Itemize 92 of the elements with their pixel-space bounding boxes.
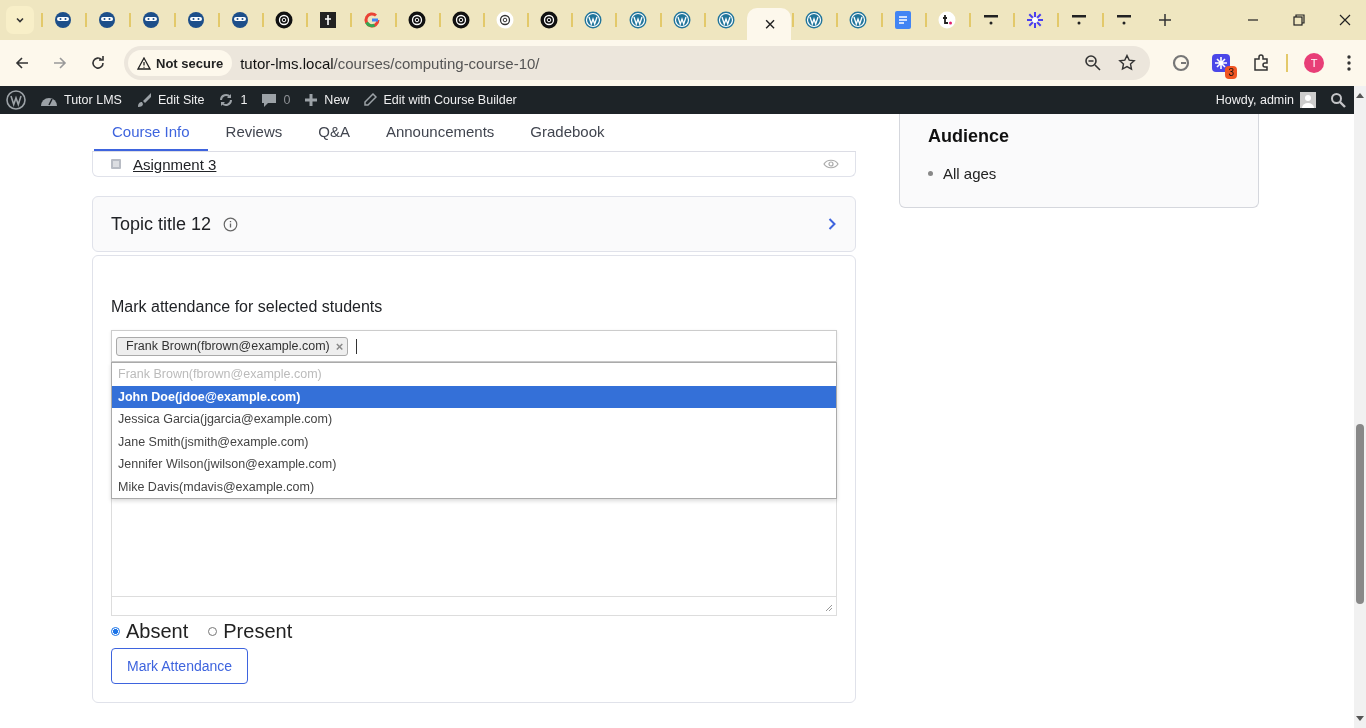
restore-icon[interactable] (1292, 13, 1306, 27)
ninja-icon (98, 11, 117, 29)
google-icon (363, 11, 382, 29)
chevron-down-icon (15, 15, 25, 25)
admin-bar-item[interactable]: Edit Site (135, 92, 205, 108)
topic-header[interactable]: Topic title 12 (92, 196, 856, 252)
letter-logo-icon (937, 11, 956, 29)
brush-icon (135, 92, 152, 108)
notification-badge: 3 (1225, 66, 1237, 79)
status-option[interactable]: Present (208, 620, 293, 643)
ninja-icon (54, 11, 73, 29)
status-option[interactable]: Absent (111, 620, 189, 643)
section-heading: Mark attendance for selected students (111, 298, 383, 316)
bar-dot-icon (1115, 13, 1132, 27)
new-tab-icon[interactable] (1157, 13, 1172, 27)
address-bar[interactable]: Not secure tutor-lms.local/courses/computing-course-10/ (124, 46, 1150, 80)
course-tab[interactable]: Gradebook (512, 114, 623, 151)
student-option[interactable]: John Doe(jdoe@example.com) (112, 385, 836, 408)
scroll-thumb[interactable] (1356, 424, 1364, 604)
puzzle-icon[interactable] (1252, 54, 1270, 72)
document-icon (894, 11, 911, 29)
audience-item: All ages (943, 165, 997, 182)
comment-icon (261, 92, 278, 108)
ninja-icon (186, 11, 205, 29)
security-chip[interactable]: Not secure (128, 50, 233, 76)
url-text: tutor-lms.local/courses/computing-course-10/ (240, 54, 540, 72)
pencil-icon (363, 93, 378, 107)
wordpress-icon[interactable] (6, 90, 26, 110)
bar-dot-icon (983, 13, 1000, 27)
card-heading: Audience (928, 126, 1011, 147)
wordpress-icon (716, 11, 735, 29)
course-tab[interactable]: Announcements (367, 114, 513, 151)
user-avatar-icon (1300, 92, 1316, 108)
close-icon[interactable] (1338, 13, 1352, 27)
account-menu[interactable]: Howdy, admin (1215, 92, 1316, 108)
course-tab[interactable]: Q&A (300, 114, 368, 151)
refresh-icon (218, 92, 235, 108)
star-icon[interactable] (1118, 54, 1136, 72)
security-label: Not secure (156, 55, 224, 71)
document-icon (111, 159, 121, 169)
swirl-icon (495, 11, 514, 29)
grammar-icon[interactable] (1172, 54, 1190, 72)
admin-bar-item[interactable]: New (304, 93, 350, 107)
swirl-icon (407, 11, 426, 29)
tile-icon (320, 12, 337, 28)
chevron-right-icon[interactable] (827, 217, 837, 231)
swirl-icon (275, 11, 294, 29)
extension-icon[interactable] (1212, 54, 1230, 72)
info-icon[interactable] (223, 216, 239, 232)
radio-label: Present (223, 620, 293, 643)
back-icon[interactable] (14, 55, 30, 71)
search-icon[interactable] (1330, 92, 1346, 108)
radio-button[interactable] (111, 627, 120, 636)
scroll-down-icon[interactable] (1356, 716, 1364, 722)
radio-label: Absent (126, 620, 189, 643)
text-cursor (356, 338, 358, 354)
ninja-icon (142, 11, 161, 29)
student-option[interactable]: Jessica Garcia(jgarcia@example.com) (112, 408, 836, 431)
admin-bar-item[interactable]: 0 (261, 92, 291, 108)
wordpress-icon (584, 11, 603, 29)
scrollbar[interactable] (1354, 86, 1366, 728)
bullet-icon (928, 171, 933, 176)
student-option[interactable]: Mike Davis(mdavis@example.com) (112, 475, 836, 498)
burst-icon (1026, 11, 1045, 29)
course-tab[interactable]: Reviews (207, 114, 301, 151)
bar-dot-icon (1071, 13, 1088, 27)
wordpress-icon (805, 11, 824, 29)
lesson-link[interactable]: Asignment 3 (133, 155, 217, 173)
wordpress-icon (628, 11, 647, 29)
wordpress-icon (672, 11, 691, 29)
wordpress-icon (849, 11, 868, 29)
admin-bar-item[interactable]: Tutor LMS (40, 93, 122, 107)
ninja-icon (230, 11, 249, 29)
admin-bar-item[interactable]: 1 (218, 92, 248, 108)
forward-icon[interactable] (52, 55, 68, 71)
swirl-icon (451, 11, 470, 29)
mark-attendance-button[interactable]: Mark Attendance (111, 648, 249, 684)
admin-bar-item[interactable]: Edit with Course Builder (363, 93, 517, 107)
scroll-up-icon[interactable] (1356, 92, 1364, 98)
swirl-icon (540, 11, 559, 29)
selected-student-tag: Frank Brown(fbrown@example.com) × (116, 336, 349, 356)
warning-icon (137, 56, 151, 70)
student-option[interactable]: Jane Smith(jsmith@example.com) (112, 430, 836, 453)
student-option[interactable]: Jennifer Wilson(jwilson@example.com) (112, 453, 836, 476)
plus-icon (304, 93, 319, 107)
reload-icon[interactable] (90, 55, 106, 71)
profile-avatar[interactable]: T (1304, 53, 1324, 73)
close-tab-button[interactable]: × (764, 12, 776, 36)
menu-icon[interactable] (1346, 54, 1352, 72)
resize-handle-icon[interactable] (825, 604, 833, 612)
zoom-out-icon[interactable] (1084, 54, 1102, 72)
browser-tab[interactable]: × (747, 8, 792, 40)
